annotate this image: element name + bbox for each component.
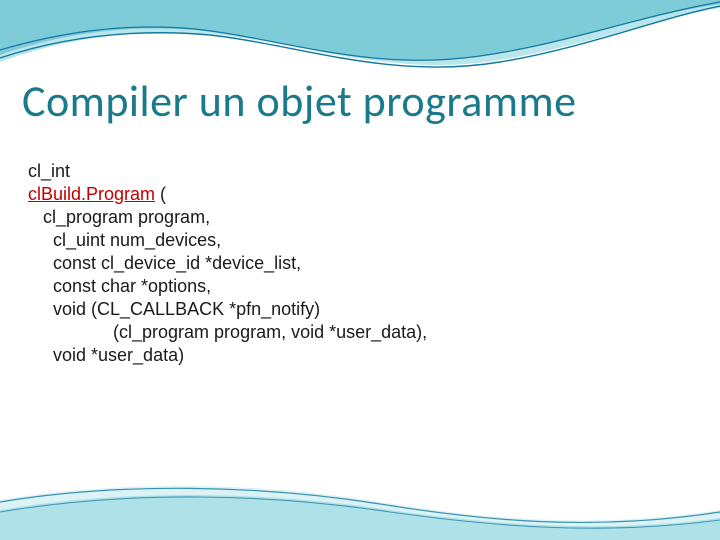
function-name: clBuild.Program <box>28 184 155 204</box>
code-line-arg: void *user_data) <box>28 344 427 367</box>
code-line-return-type: cl_int <box>28 160 427 183</box>
code-line-fn: clBuild.Program ( <box>28 183 427 206</box>
code-line-arg: const cl_device_id *device_list, <box>28 252 427 275</box>
code-line-arg: const char *options, <box>28 275 427 298</box>
code-line-arg: (cl_program program, void *user_data), <box>28 321 427 344</box>
code-line-arg: cl_uint num_devices, <box>28 229 427 252</box>
slide: Compiler un objet programme cl_int clBui… <box>0 0 720 540</box>
code-line-arg: cl_program program, <box>28 206 427 229</box>
slide-title: Compiler un objet programme <box>22 78 577 124</box>
code-line-arg: void (CL_CALLBACK *pfn_notify) <box>28 298 427 321</box>
bottom-wave-decoration <box>0 470 720 540</box>
code-block: cl_int clBuild.Program ( cl_program prog… <box>28 160 427 367</box>
code-fn-paren: ( <box>155 184 166 204</box>
